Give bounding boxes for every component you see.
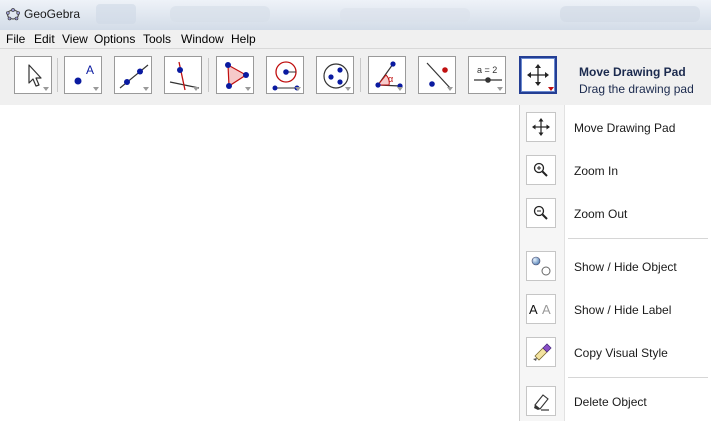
menu-view[interactable]: View [62, 32, 88, 46]
toolbar: A α a = 2 Move Drawing Pad Drag the draw… [0, 49, 711, 105]
eraser-icon [534, 394, 549, 411]
menu-item-show-hide-label[interactable]: A A Show / Hide Label [520, 290, 711, 330]
menu-item-label: Show / Hide Label [574, 303, 672, 317]
copy-visual-style-icon [533, 343, 552, 361]
tool-move-button[interactable] [14, 56, 52, 94]
show-hide-object-icon [531, 256, 551, 276]
tool-reflect-button[interactable] [418, 56, 456, 94]
tool-conic-button[interactable] [316, 56, 354, 94]
tool-move-drawing-pad-button[interactable] [519, 56, 557, 94]
menu-item-move-drawing-pad[interactable]: Move Drawing Pad [520, 108, 711, 148]
tool-new-point-button[interactable]: A [64, 56, 102, 94]
selected-tool-title: Move Drawing Pad [579, 65, 686, 79]
tool-dropdown-menu: Move Drawing Pad Zoom In Zoom Out Show /… [519, 105, 711, 421]
tool-perpendicular-button[interactable] [164, 56, 202, 94]
menu-item-label: Show / Hide Object [574, 260, 677, 274]
slider-icon-text: a = 2 [477, 65, 497, 75]
show-hide-label-icon: A A [529, 302, 551, 317]
menu-item-label: Copy Visual Style [574, 346, 668, 360]
zoom-out-icon [533, 205, 548, 220]
menu-window[interactable]: Window [181, 32, 224, 46]
tool-polygon-button[interactable] [216, 56, 254, 94]
menu-item-label: Zoom Out [574, 207, 628, 221]
menu-item-label: Move Drawing Pad [574, 121, 676, 135]
menu-item-zoom-out[interactable]: Zoom Out [520, 194, 711, 234]
menu-item-show-hide-object[interactable]: Show / Hide Object [520, 247, 711, 287]
move-drawing-pad-icon [532, 118, 550, 136]
svg-text:A: A [86, 63, 94, 77]
menu-item-copy-visual-style[interactable]: Copy Visual Style [520, 333, 711, 373]
selected-tool-help: Drag the drawing pad [579, 82, 694, 96]
menu-tools[interactable]: Tools [143, 32, 171, 46]
tool-slider-button[interactable]: a = 2 [468, 56, 506, 94]
menu-item-zoom-in[interactable]: Zoom In [520, 151, 711, 191]
zoom-in-icon [533, 162, 548, 177]
title-bar: GeoGebra [0, 0, 711, 30]
menu-file[interactable]: File [6, 32, 25, 46]
menu-item-label: Zoom In [574, 164, 619, 178]
window-title: GeoGebra [24, 7, 81, 21]
menu-edit[interactable]: Edit [34, 32, 55, 46]
svg-text:α: α [388, 74, 393, 84]
svg-text:A: A [529, 302, 538, 317]
menu-bar: File Edit View Options Tools Window Help [0, 30, 711, 49]
geogebra-logo-icon [6, 8, 20, 21]
menu-help[interactable]: Help [231, 32, 256, 46]
menu-item-label: Delete Object [574, 395, 647, 409]
svg-text:A: A [542, 302, 551, 317]
menu-item-delete-object[interactable]: Delete Object [520, 382, 711, 422]
tool-line-button[interactable] [114, 56, 152, 94]
tool-circle-button[interactable] [266, 56, 304, 94]
menu-options[interactable]: Options [94, 32, 135, 46]
tool-angle-button[interactable]: α [368, 56, 406, 94]
